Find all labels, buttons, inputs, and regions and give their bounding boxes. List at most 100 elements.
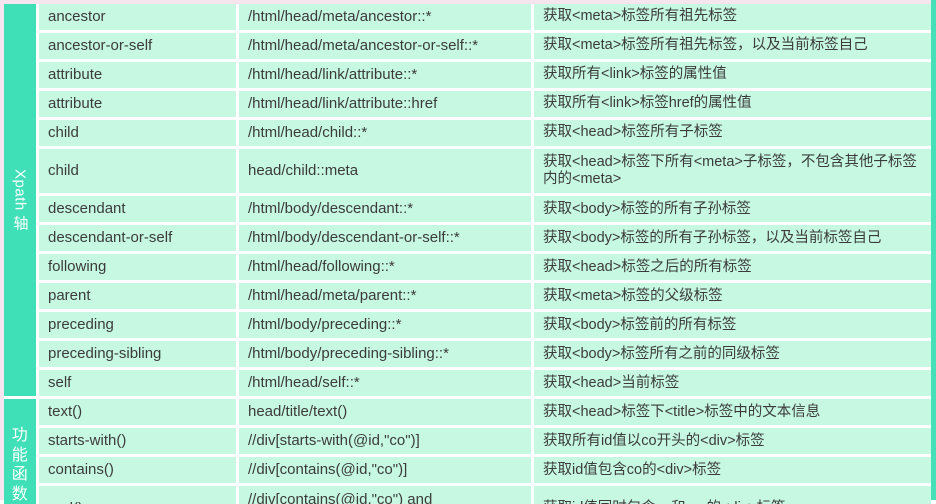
- axis-name-cell-text: child: [48, 124, 79, 142]
- table-edge-right: [931, 0, 936, 504]
- axis-name-cell: attribute: [39, 62, 236, 88]
- description-cell-text: 获取所有<link>标签href的属性值: [543, 95, 752, 112]
- axis-name-cell: contains(): [39, 457, 236, 484]
- table-row: preceding/html/body/preceding::* 获取<body>…: [39, 312, 931, 339]
- axis-name-cell-text: attribute: [48, 95, 103, 113]
- table-row: attribute/html/head/link/attribute::href…: [39, 91, 931, 117]
- group-label-char: 函: [11, 466, 29, 484]
- xpath-expression-cell: /html/body/descendant::*: [239, 196, 531, 223]
- xpath-expression-cell: head/child::meta: [239, 149, 531, 194]
- table-row: starts-with() //div[starts-with(@id,"co")…: [39, 428, 931, 455]
- axis-name-cell-text: following: [48, 258, 107, 276]
- description-cell: 获取所有<link>标签的属性值: [534, 62, 931, 88]
- xpath-expression-cell: /html/head/meta/parent::*: [239, 283, 531, 310]
- axis-name-cell-text: ancestor-or-self: [48, 37, 153, 55]
- table-grid: Xpath 轴 ancestor/html/head/meta/ancestor:…: [4, 4, 931, 504]
- axis-name-cell: preceding: [39, 312, 236, 339]
- description-cell: 获取<head>当前标签: [534, 370, 931, 397]
- axis-name-cell: and(): [39, 486, 236, 504]
- axis-name-cell-text: child: [48, 162, 79, 180]
- table-row: preceding-sibling/html/body/preceding-si…: [39, 341, 931, 368]
- description-cell-text: 获取<meta>标签所有祖先标签: [543, 8, 738, 25]
- description-cell-text: 获取<head>标签所有子标签: [543, 124, 723, 141]
- axis-name-cell: ancestor: [39, 4, 236, 30]
- table-row: following/html/head/following::* 获取<head>…: [39, 254, 931, 281]
- axis-name-cell-text: self: [48, 374, 72, 392]
- axis-name-cell: child: [39, 149, 236, 194]
- description-cell-text: 获取<meta>标签所有祖先标签，以及当前标签自己: [543, 37, 868, 54]
- group-label-text: Xpath 轴: [11, 169, 29, 232]
- xpath-expression-cell: /html/head/link/attribute::*: [239, 62, 531, 88]
- table-row: text() head/title/text() 获取<head>标签下<title…: [39, 399, 931, 426]
- description-cell: 获取<head>标签所有子标签: [534, 120, 931, 146]
- table-row: descendant/html/body/descendant::* 获取<bod…: [39, 196, 931, 223]
- axis-name-cell: child: [39, 120, 236, 146]
- xpath-expression-cell: /html/head/meta/ancestor::*: [239, 4, 531, 30]
- axis-name-cell-text: and(): [48, 500, 228, 504]
- axis-name-cell: ancestor-or-self: [39, 33, 236, 59]
- description-cell-text: 获取id值包含co的<div>标签: [543, 461, 722, 478]
- description-cell: 获取<body>标签前的所有标签: [534, 312, 931, 339]
- description-cell-text: 获取<body>标签所有之前的同级标签: [543, 345, 780, 362]
- xpath-expression-cell-text: /html/body/descendant-or-self::*: [248, 229, 460, 247]
- axis-name-cell-text: contains(): [48, 461, 114, 479]
- xpath-expression-cell: /html/head/following::*: [239, 254, 531, 281]
- axis-name-cell: starts-with(): [39, 428, 236, 455]
- description-cell-text: 获取<head>标签下<title>标签中的文本信息: [543, 403, 821, 420]
- group-label-char: 数: [11, 485, 29, 503]
- axis-name-cell: following: [39, 254, 236, 281]
- xpath-expression-cell: /html/head/link/attribute::href: [239, 91, 531, 117]
- axis-name-cell-text: attribute: [48, 66, 103, 84]
- description-cell: 获取所有id值以co开头的<div>标签: [534, 428, 931, 455]
- xpath-expression-cell-text: /html/body/preceding::*: [248, 316, 402, 334]
- description-cell: 获取<meta>标签所有祖先标签，以及当前标签自己: [534, 33, 931, 59]
- group-label-1: 功能函数: [4, 399, 36, 504]
- axis-name-cell: self: [39, 370, 236, 397]
- xpath-expression-cell-text: /html/head/meta/ancestor-or-self::*: [248, 37, 479, 55]
- description-cell: 获取<head>标签之后的所有标签: [534, 254, 931, 281]
- xpath-expression-cell: //div[contains(@id,"co") and contains(@i…: [239, 486, 531, 504]
- description-cell-text: 获取<meta>标签的父级标签: [543, 287, 723, 304]
- xpath-expression-cell: //div[contains(@id,"co")]: [239, 457, 531, 484]
- table-row: self/html/head/self::* 获取<head>当前标签: [39, 370, 931, 397]
- xpath-expression-cell: /html/body/preceding::*: [239, 312, 531, 339]
- table-row: descendant-or-self/html/body/descendant-…: [39, 225, 931, 252]
- xpath-expression-cell: /html/head/child::*: [239, 120, 531, 146]
- xpath-expression-cell: head/title/text(): [239, 399, 531, 426]
- description-cell: 获取<body>标签的所有子孙标签: [534, 196, 931, 223]
- xpath-expression-cell-text: /html/body/descendant::*: [248, 200, 414, 218]
- axis-name-cell-text: text(): [48, 403, 83, 421]
- description-cell-text: 获取<body>标签前的所有标签: [543, 316, 737, 333]
- axis-name-cell: parent: [39, 283, 236, 310]
- axis-name-cell: attribute: [39, 91, 236, 117]
- xpath-expression-cell-text: //div[starts-with(@id,"co")]: [248, 432, 420, 450]
- table-group: Xpath 轴 ancestor/html/head/meta/ancestor:…: [4, 4, 931, 397]
- description-cell-text: 获取<head>当前标签: [543, 374, 680, 391]
- axis-name-cell: preceding-sibling: [39, 341, 236, 368]
- table-group: 功能函数 text() head/title/text() 获取<head>标签下<t…: [4, 399, 931, 504]
- group-label-char: 能: [11, 446, 29, 464]
- xpath-expression-cell-text: /html/head/link/attribute::href: [248, 95, 438, 113]
- group-rows: ancestor/html/head/meta/ancestor::*获取<me…: [36, 4, 931, 397]
- description-cell: 获取<body>标签所有之前的同级标签: [534, 341, 931, 368]
- description-cell: 获取id值同时包含co和ner的<div>标签: [534, 486, 931, 504]
- axis-name-cell-text: descendant: [48, 200, 126, 218]
- table-row: ancestor/html/head/meta/ancestor::* 获取<me…: [39, 4, 931, 30]
- axis-name-cell: descendant-or-self: [39, 225, 236, 252]
- description-cell: 获取<meta>标签所有祖先标签: [534, 4, 931, 30]
- xpath-expression-cell: //div[starts-with(@id,"co")]: [239, 428, 531, 455]
- description-cell-text: 获取<head>标签下所有<meta>子标签，不包含其他子标签内的<meta>: [543, 154, 917, 188]
- description-cell: 获取<head>标签下<title>标签中的文本信息: [534, 399, 931, 426]
- xpath-expression-cell-text: /html/head/following::*: [248, 258, 395, 276]
- description-cell-text: 获取id值同时包含co和ner的<div>标签: [543, 500, 923, 504]
- xpath-expression-cell: /html/body/preceding-sibling::*: [239, 341, 531, 368]
- description-cell: 获取<body>标签的所有子孙标签，以及当前标签自己: [534, 225, 931, 252]
- description-cell-text: 获取<body>标签的所有子孙标签: [543, 200, 751, 217]
- group-label-char: 功: [11, 427, 29, 445]
- table-row: attribute/html/head/link/attribute::* 获取所…: [39, 62, 931, 88]
- xpath-expression-cell-text: /html/head/link/attribute::*: [248, 66, 418, 84]
- xpath-expression-cell-text: /html/head/meta/ancestor::*: [248, 8, 432, 26]
- table-row: and() //div[contains(@id,"co") and contai…: [39, 486, 931, 504]
- description-cell: 获取所有<link>标签href的属性值: [534, 91, 931, 117]
- axis-name-cell-text: starts-with(): [48, 432, 127, 450]
